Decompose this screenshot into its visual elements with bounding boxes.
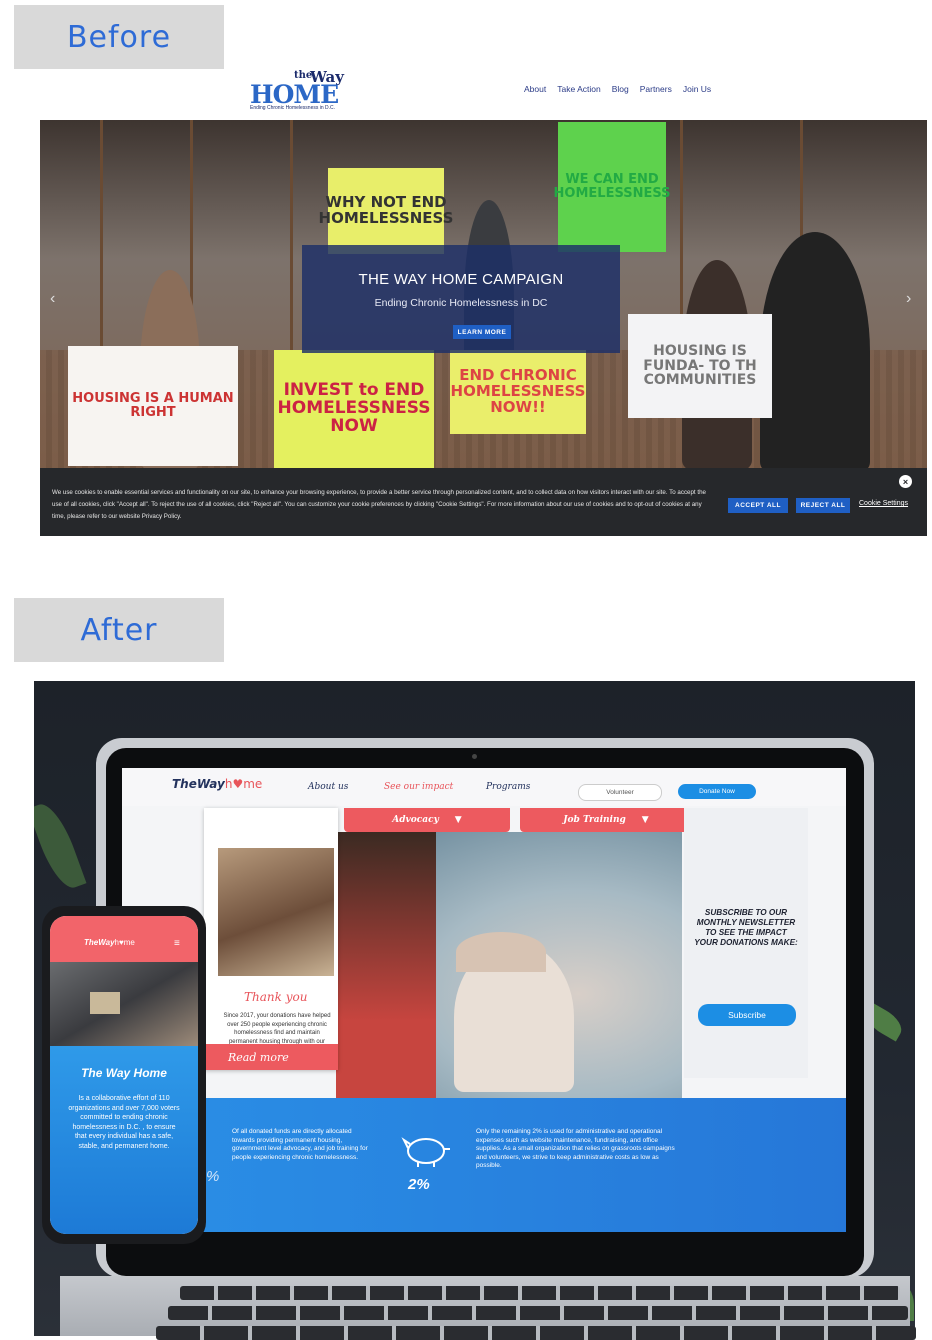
protest-sign: WHY NOT END HOMELESSNESS xyxy=(319,168,453,254)
mobile-description: Is a collaborative effort of 110 organiz… xyxy=(68,1095,180,1150)
desktop-header: TheWayh♥me About us See our impact Progr… xyxy=(122,768,846,806)
desktop-redesign: TheWayh♥me About us See our impact Progr… xyxy=(122,768,846,1232)
chevron-down-icon: ▼ xyxy=(641,815,649,825)
before-label: Before xyxy=(14,5,224,69)
mobile-logo-text: TheWay xyxy=(84,938,115,947)
funds-left-text: Of all donated funds are directly alloca… xyxy=(232,1128,368,1161)
newsletter-heading: SUBSCRIBE TO OUR MONTHLY NEWSLETTER TO S… xyxy=(694,908,798,947)
beanie-hat xyxy=(456,932,546,972)
hero-subtitle: Ending Chronic Homelessness in DC xyxy=(374,297,548,309)
camera-icon xyxy=(472,754,477,759)
nav-about-us[interactable]: About us xyxy=(308,782,348,792)
hero-title: THE WAY HOME CAMPAIGN xyxy=(358,271,564,288)
hero-caption: THE WAY HOME CAMPAIGN Ending Chronic Hom… xyxy=(302,245,620,353)
thank-you-title: Thank you xyxy=(244,990,308,1004)
donate-now-button[interactable]: Donate Now xyxy=(678,784,756,799)
protester xyxy=(760,232,870,468)
mobile-logo-heart-text: h♥me xyxy=(114,938,135,947)
nav-programs[interactable]: Programs xyxy=(486,782,530,792)
hamburger-menu-icon[interactable]: ≡ xyxy=(174,938,180,949)
hero-slider: WHY NOT END HOMELESSNESS WE CAN END HOME… xyxy=(40,120,927,468)
protest-sign: END CHRONIC HOMELESSNESS NOW!! xyxy=(450,350,586,434)
percent-right: 2% xyxy=(408,1176,430,1193)
nav-take-action[interactable]: Take Action xyxy=(557,84,600,94)
tab-job-training-label: Job Training xyxy=(563,815,626,825)
nav-blog[interactable]: Blog xyxy=(612,84,629,94)
caregiver-figure xyxy=(336,832,436,1102)
logo-heart-text: h♥me xyxy=(224,777,263,791)
mobile-hero-image xyxy=(50,962,198,1046)
protest-sign: INVEST to END HOMELESSNESS NOW xyxy=(274,350,434,468)
protest-sign: HOUSING IS A HUMAN RIGHT xyxy=(68,346,238,466)
newsletter-panel: SUBSCRIBE TO OUR MONTHLY NEWSLETTER TO S… xyxy=(684,808,808,1078)
thank-you-card: Thank you Since 2017, your donations hav… xyxy=(204,808,338,1070)
percent-left: % xyxy=(206,1168,220,1185)
mobile-redesign: TheWayh♥me ≡ The Way Home Is a collabora… xyxy=(50,916,198,1234)
cookie-message: We use cookies to enable essential servi… xyxy=(52,489,706,520)
keyboard-row xyxy=(168,1306,908,1320)
chevron-left-icon[interactable]: ‹ xyxy=(50,290,55,308)
cookie-settings-link[interactable]: Cookie Settings xyxy=(859,500,908,507)
logo-text: TheWay xyxy=(172,777,225,791)
laptop-keyboard xyxy=(60,1276,916,1340)
protest-sign: HOUSING IS FUNDA- TO TH COMMUNITIES xyxy=(628,314,772,418)
keyboard-row xyxy=(156,1326,916,1340)
chevron-down-icon: ▼ xyxy=(454,815,462,825)
main-nav: About Take Action Blog Partners Join Us xyxy=(524,84,711,94)
learn-more-button[interactable]: LEARN MORE xyxy=(453,325,511,339)
logo-tagline: Ending Chronic Homelessness in D.C. xyxy=(250,105,336,111)
family-photo xyxy=(218,848,334,976)
piggy-bank-icon xyxy=(401,1137,450,1167)
nav-see-our-impact[interactable]: See our impact xyxy=(384,782,453,792)
protest-sign: WE CAN END HOMELESSNESS xyxy=(554,122,671,252)
volunteer-button[interactable]: Volunteer xyxy=(578,784,662,801)
chevron-right-icon[interactable]: › xyxy=(906,290,911,308)
hero-image xyxy=(336,832,682,1102)
the-way-home-logo[interactable]: the Way HOME Ending Chronic Homelessness… xyxy=(250,68,350,114)
funds-band: % Of all donated funds are directly allo… xyxy=(122,1098,846,1232)
nav-about[interactable]: About xyxy=(524,84,546,94)
nav-join-us[interactable]: Join Us xyxy=(683,84,711,94)
desktop-logo[interactable]: TheWayh♥me xyxy=(172,777,262,791)
mobile-title: The Way Home xyxy=(81,1066,167,1080)
after-label: After xyxy=(14,598,224,662)
tab-advocacy-label: Advocacy xyxy=(392,815,439,825)
plant-leaf xyxy=(34,798,87,894)
mobile-logo[interactable]: TheWayh♥me xyxy=(84,938,135,947)
tab-job-training[interactable]: Job Training ▼ xyxy=(520,808,692,832)
funds-right-text: Only the remaining 2% is used for admini… xyxy=(476,1128,675,1169)
tab-advocacy[interactable]: Advocacy ▼ xyxy=(344,808,510,832)
reject-all-button[interactable]: REJECT ALL xyxy=(796,498,850,513)
accept-all-button[interactable]: ACCEPT ALL xyxy=(728,498,788,513)
subscribe-button[interactable]: Subscribe xyxy=(698,1004,796,1026)
window-frame xyxy=(100,120,133,350)
cardboard-sign xyxy=(90,992,120,1014)
cookie-banner: We use cookies to enable essential servi… xyxy=(40,468,927,536)
close-icon[interactable]: × xyxy=(899,475,912,488)
read-more-button[interactable]: Read more xyxy=(204,1044,338,1070)
keyboard-row xyxy=(180,1286,900,1300)
nav-partners[interactable]: Partners xyxy=(640,84,672,94)
